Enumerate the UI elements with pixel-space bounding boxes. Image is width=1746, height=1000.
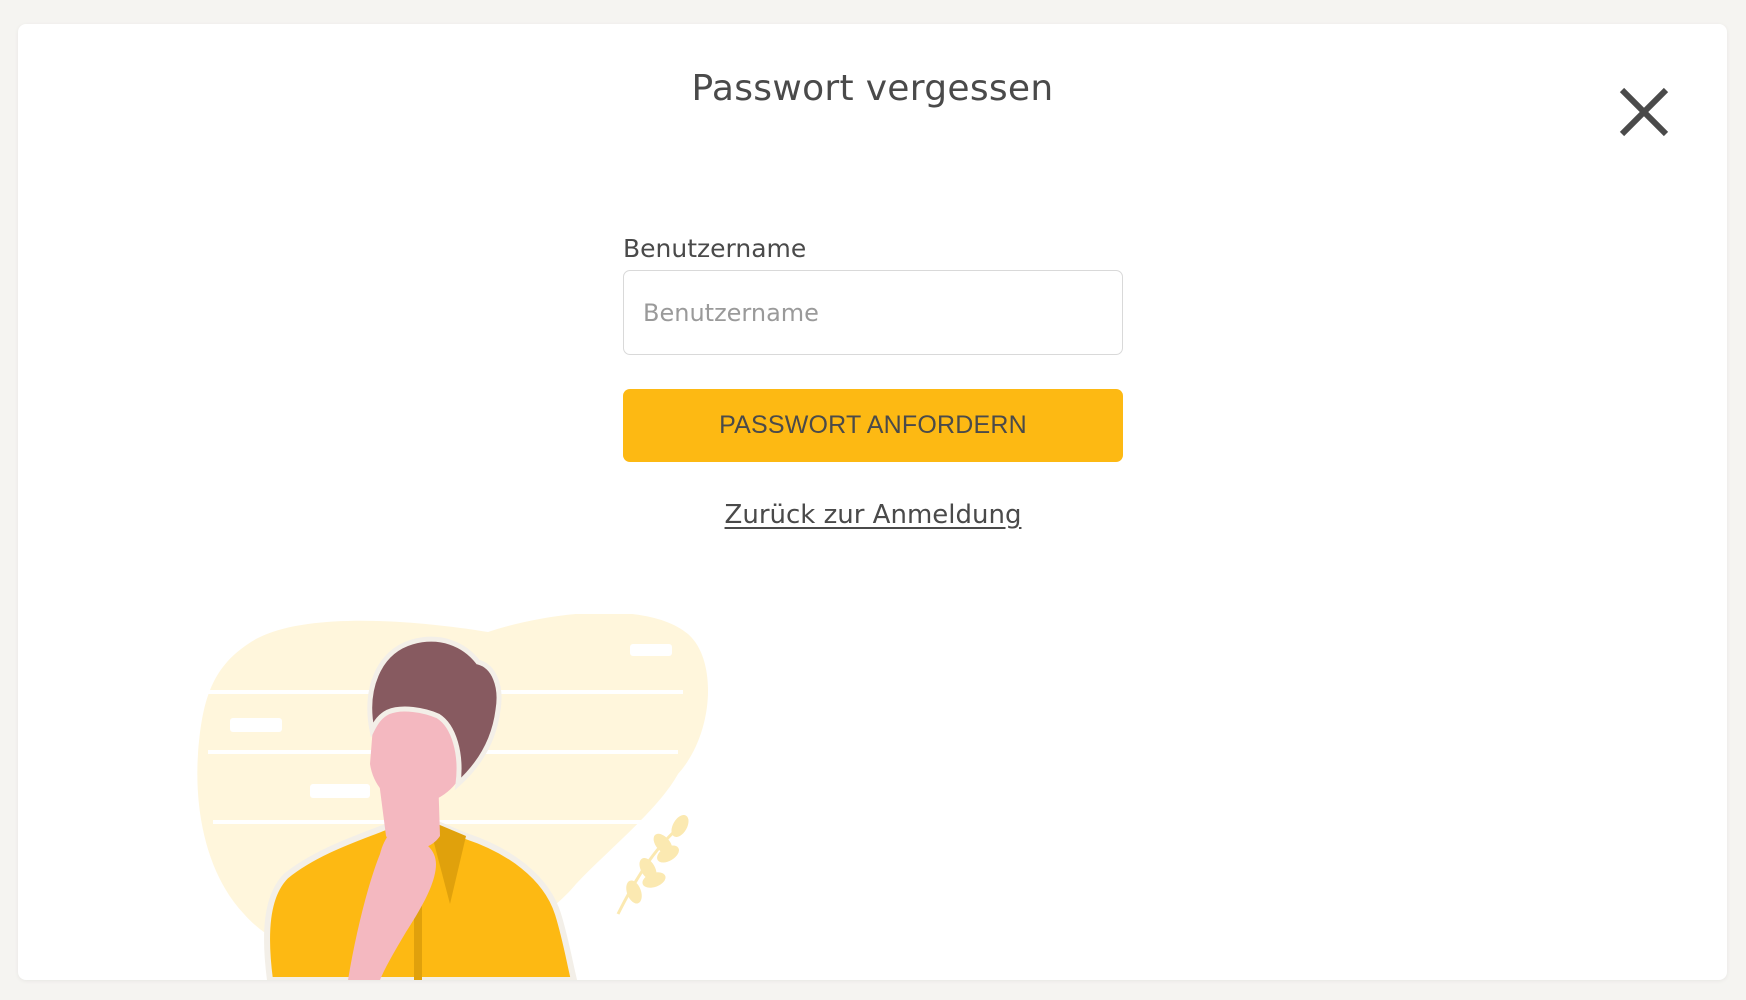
close-button[interactable]	[1612, 80, 1676, 144]
request-password-button[interactable]: PASSWORT ANFORDERN	[623, 389, 1123, 462]
thinking-person-illustration	[197, 614, 709, 980]
back-to-login-link[interactable]: Zurück zur Anmeldung	[623, 500, 1123, 530]
username-label: Benutzername	[623, 234, 807, 263]
username-input[interactable]	[623, 270, 1123, 355]
dialog-title: Passwort vergessen	[691, 68, 1054, 109]
close-icon	[1619, 87, 1669, 137]
forgot-password-form: Benutzername PASSWORT ANFORDERN Zurück z…	[623, 232, 1123, 530]
forgot-password-dialog: Passwort vergessen Benutzername PASSWORT…	[18, 24, 1727, 980]
